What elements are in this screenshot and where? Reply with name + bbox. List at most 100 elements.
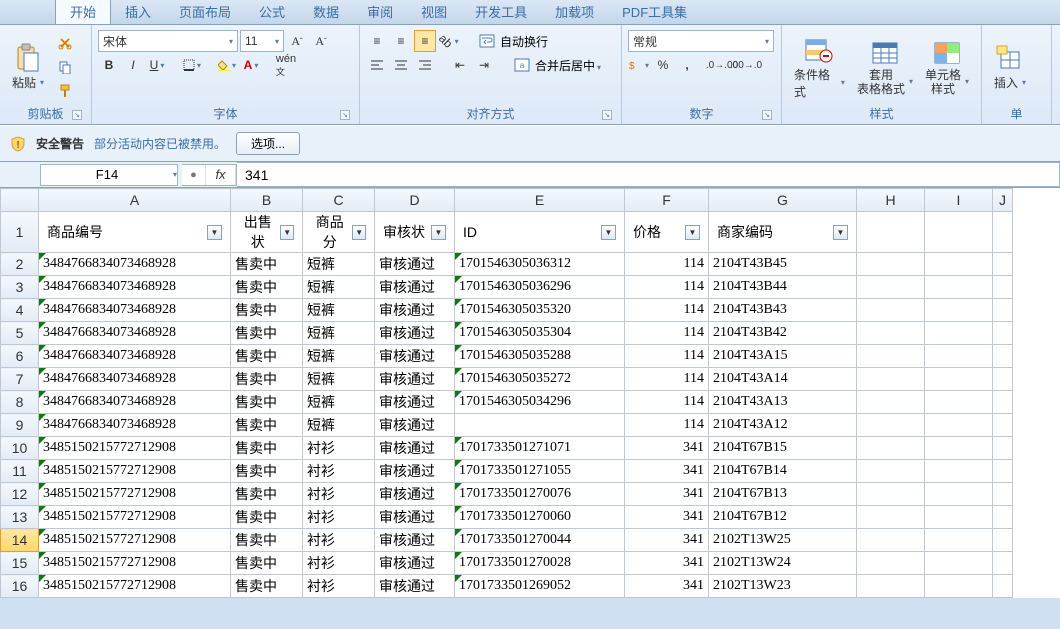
table-row[interactable]: 133485150215772712908售卖中衬衫审核通过1701733501…	[1, 506, 1013, 529]
cell-E9[interactable]	[455, 414, 625, 437]
cell-E7[interactable]: 1701546305035272	[455, 368, 625, 391]
cell-F10[interactable]: 341	[625, 437, 709, 460]
cell-A11[interactable]: 3485150215772712908	[39, 460, 231, 483]
cell-B13[interactable]: 售卖中	[231, 506, 303, 529]
cell-B7[interactable]: 售卖中	[231, 368, 303, 391]
cell-F7[interactable]: 114	[625, 368, 709, 391]
cell-C11[interactable]: 衬衫	[303, 460, 375, 483]
cell-J14[interactable]	[993, 529, 1013, 552]
filter-button-E[interactable]: ▼	[601, 225, 616, 240]
filter-button-A[interactable]: ▼	[207, 225, 222, 240]
increase-indent-button[interactable]: ⇥	[473, 54, 495, 76]
cell-G2[interactable]: 2104T43B45	[709, 253, 857, 276]
row-header-10[interactable]: 10	[1, 437, 39, 460]
cell-I12[interactable]	[925, 483, 993, 506]
row-header-1[interactable]: 1	[1, 212, 39, 253]
align-bottom-button[interactable]: ≡	[414, 30, 436, 52]
cell-C6[interactable]: 短裤	[303, 345, 375, 368]
cell-B4[interactable]: 售卖中	[231, 299, 303, 322]
cell-I16[interactable]	[925, 575, 993, 598]
align-middle-button[interactable]: ≡	[390, 30, 412, 52]
cell-B2[interactable]: 售卖中	[231, 253, 303, 276]
cell-I15[interactable]	[925, 552, 993, 575]
cell-B15[interactable]: 售卖中	[231, 552, 303, 575]
tab-加载项[interactable]: 加载项	[541, 0, 608, 24]
percent-button[interactable]: %	[652, 54, 674, 76]
column-header-A[interactable]: A	[39, 189, 231, 212]
font-size-combo[interactable]: 11▾	[240, 30, 284, 52]
cell-I3[interactable]	[925, 276, 993, 299]
cell-H8[interactable]	[857, 391, 925, 414]
cell-E16[interactable]: 1701733501269052	[455, 575, 625, 598]
tab-开发工具[interactable]: 开发工具	[461, 0, 541, 24]
filter-button-D[interactable]: ▼	[431, 225, 446, 240]
name-box[interactable]: F14▾	[40, 164, 178, 186]
cell-I10[interactable]	[925, 437, 993, 460]
row-header-13[interactable]: 13	[1, 506, 39, 529]
font-color-button[interactable]: A	[240, 54, 262, 76]
cell-J15[interactable]	[993, 552, 1013, 575]
cell-H9[interactable]	[857, 414, 925, 437]
cell-A4[interactable]: 3484766834073468928	[39, 299, 231, 322]
paste-button[interactable]: 粘贴	[6, 40, 50, 93]
cell-D11[interactable]: 审核通过	[375, 460, 455, 483]
fx-button[interactable]: fx	[206, 165, 236, 185]
cell-G11[interactable]: 2104T67B14	[709, 460, 857, 483]
column-header-J[interactable]: J	[993, 189, 1013, 212]
cell-A10[interactable]: 3485150215772712908	[39, 437, 231, 460]
cell-I6[interactable]	[925, 345, 993, 368]
accounting-format-button[interactable]: $	[628, 54, 650, 76]
row-header-7[interactable]: 7	[1, 368, 39, 391]
filter-button-G[interactable]: ▼	[833, 225, 848, 240]
cell-J9[interactable]	[993, 414, 1013, 437]
cell-I4[interactable]	[925, 299, 993, 322]
filter-button-B[interactable]: ▼	[280, 225, 294, 240]
copy-button[interactable]	[54, 56, 76, 78]
table-row[interactable]: 53484766834073468928售卖中短裤审核通过17015463050…	[1, 322, 1013, 345]
cell-C5[interactable]: 短裤	[303, 322, 375, 345]
cell-A6[interactable]: 3484766834073468928	[39, 345, 231, 368]
cell-A9[interactable]: 3484766834073468928	[39, 414, 231, 437]
cell-D8[interactable]: 审核通过	[375, 391, 455, 414]
font-dialog-launcher[interactable]: ↘	[340, 110, 350, 120]
filter-button-C[interactable]: ▼	[352, 225, 366, 240]
column-header-G[interactable]: G	[709, 189, 857, 212]
row-header-2[interactable]: 2	[1, 253, 39, 276]
row-header-16[interactable]: 16	[1, 575, 39, 598]
cell-F4[interactable]: 114	[625, 299, 709, 322]
cell-C9[interactable]: 短裤	[303, 414, 375, 437]
cell-C12[interactable]: 衬衫	[303, 483, 375, 506]
cell-D6[interactable]: 审核通过	[375, 345, 455, 368]
cell-I14[interactable]	[925, 529, 993, 552]
row-header-11[interactable]: 11	[1, 460, 39, 483]
column-header-I[interactable]: I	[925, 189, 993, 212]
cell-C16[interactable]: 衬衫	[303, 575, 375, 598]
merge-center-button[interactable]: 合并后居中	[535, 57, 601, 74]
cell-I13[interactable]	[925, 506, 993, 529]
increase-font-button[interactable]: Aˆ	[286, 30, 308, 52]
cell-D15[interactable]: 审核通过	[375, 552, 455, 575]
cell-G6[interactable]: 2104T43A15	[709, 345, 857, 368]
cell-C14[interactable]: 衬衫	[303, 529, 375, 552]
cell-A7[interactable]: 3484766834073468928	[39, 368, 231, 391]
cell-B14[interactable]: 售卖中	[231, 529, 303, 552]
number-dialog-launcher[interactable]: ↘	[762, 110, 772, 120]
cell-A13[interactable]: 3485150215772712908	[39, 506, 231, 529]
cell-H3[interactable]	[857, 276, 925, 299]
cell-E6[interactable]: 1701546305035288	[455, 345, 625, 368]
cell-I11[interactable]	[925, 460, 993, 483]
cell-J13[interactable]	[993, 506, 1013, 529]
table-row[interactable]: 143485150215772712908售卖中衬衫审核通过1701733501…	[1, 529, 1013, 552]
row-header-12[interactable]: 12	[1, 483, 39, 506]
table-row[interactable]: 123485150215772712908售卖中衬衫审核通过1701733501…	[1, 483, 1013, 506]
cell-C4[interactable]: 短裤	[303, 299, 375, 322]
cell-E11[interactable]: 1701733501271055	[455, 460, 625, 483]
spreadsheet-grid[interactable]: ABCDEFGHIJ1商品编号▼出售状▼商品分▼审核状▼ID▼价格▼商家编码▼2…	[0, 188, 1060, 598]
row-header-14[interactable]: 14	[1, 529, 39, 552]
cell-B16[interactable]: 售卖中	[231, 575, 303, 598]
cell-C13[interactable]: 衬衫	[303, 506, 375, 529]
fill-color-button[interactable]	[216, 54, 238, 76]
cell-J6[interactable]	[993, 345, 1013, 368]
cell-A5[interactable]: 3484766834073468928	[39, 322, 231, 345]
decrease-decimal-button[interactable]: .00→.0	[735, 54, 757, 76]
